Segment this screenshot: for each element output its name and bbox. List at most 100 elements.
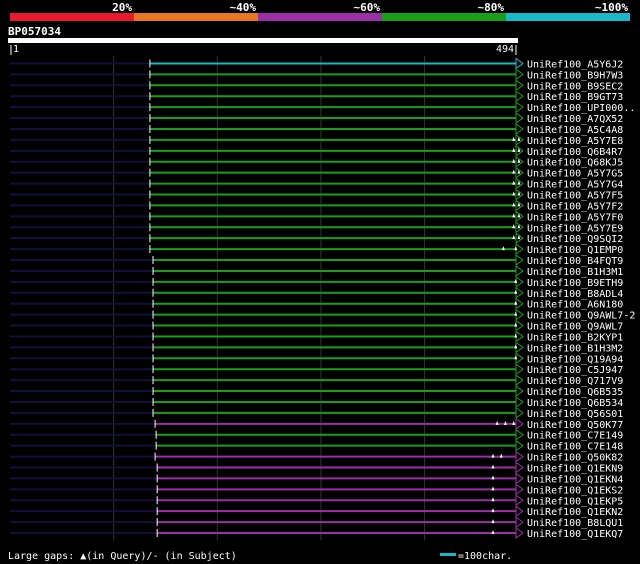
hit-row[interactable]: UniRef100_Q19A94 <box>10 352 623 365</box>
hit-label[interactable]: UniRef100_B4FQT9 <box>527 256 623 267</box>
hit-label[interactable]: UniRef100_Q1EMP0 <box>527 245 623 256</box>
hit-label[interactable]: UniRef100_Q6B535 <box>527 387 623 398</box>
hit-label[interactable]: UniRef100_UPI000.. <box>527 103 635 114</box>
hit-row[interactable]: UniRef100_Q68KJ5 <box>10 155 623 169</box>
hit-row[interactable]: UniRef100_C7E149 <box>10 428 623 442</box>
hit-label[interactable]: UniRef100_B8LQU1 <box>527 518 623 529</box>
hit-row[interactable]: UniRef100_Q56S01 <box>10 406 623 420</box>
hit-row[interactable]: UniRef100_B9SEC2 <box>10 79 623 92</box>
hit-row[interactable]: UniRef100_A7QX52 <box>10 112 623 125</box>
hit-end-arrow <box>515 385 524 398</box>
hit-end-arrow <box>515 406 524 419</box>
hit-label[interactable]: UniRef100_B1H3M2 <box>527 343 623 354</box>
hit-row[interactable]: UniRef100_A5Y7E8 <box>10 133 623 147</box>
hit-end-arrow <box>515 363 524 376</box>
hit-row[interactable]: UniRef100_Q9SQI2 <box>10 232 623 245</box>
hit-row[interactable]: UniRef100_A5Y7G5 <box>10 166 623 180</box>
hit-label[interactable]: UniRef100_Q1EKN9 <box>527 464 623 475</box>
hit-row[interactable]: UniRef100_A5Y6J2 <box>10 57 623 70</box>
identity-legend-label: 20% <box>112 1 132 14</box>
hit-label[interactable]: UniRef100_Q1EKS2 <box>527 485 623 496</box>
hit-label[interactable]: UniRef100_A5Y7E8 <box>527 136 623 147</box>
hit-row[interactable]: UniRef100_A5Y7E9 <box>10 221 623 234</box>
hit-label[interactable]: UniRef100_Q19A94 <box>527 354 623 365</box>
hit-row[interactable]: UniRef100_A5Y7F2 <box>10 199 623 212</box>
hit-label[interactable]: UniRef100_Q50K77 <box>527 420 623 431</box>
hit-label[interactable]: UniRef100_A5Y7F2 <box>527 201 623 212</box>
hit-label[interactable]: UniRef100_Q68KJ5 <box>527 158 623 169</box>
hit-label[interactable]: UniRef100_B9SEC2 <box>527 81 623 92</box>
hit-label[interactable]: UniRef100_Q6B534 <box>527 398 623 409</box>
hit-end-arrow <box>515 472 524 485</box>
hit-row[interactable]: UniRef100_Q1EMP0 <box>10 243 623 256</box>
hit-row[interactable]: UniRef100_B8ADL4 <box>10 286 623 300</box>
hit-label[interactable]: UniRef100_B9ETH9 <box>527 278 623 289</box>
hit-label[interactable]: UniRef100_Q9AWL7-2 <box>527 311 635 322</box>
hit-label[interactable]: UniRef100_A5Y7G5 <box>527 169 623 180</box>
hit-label[interactable]: UniRef100_Q50K82 <box>527 453 623 464</box>
hit-label[interactable]: UniRef100_B9H7W3 <box>527 70 623 81</box>
hit-label[interactable]: UniRef100_A5Y7G4 <box>527 180 623 191</box>
hit-row[interactable]: UniRef100_Q1EKQ7 <box>10 527 623 540</box>
hit-end-arrow <box>515 341 524 354</box>
hit-end-arrow <box>515 374 524 387</box>
hit-row[interactable]: UniRef100_B1H3M2 <box>10 341 623 354</box>
hit-row[interactable]: UniRef100_A5Y7F5 <box>10 188 623 202</box>
hit-row[interactable]: UniRef100_Q1EKN9 <box>10 461 623 475</box>
hit-label[interactable]: UniRef100_C7E149 <box>527 431 623 442</box>
hit-row[interactable]: UniRef100_Q1EKS2 <box>10 483 623 496</box>
hit-label[interactable]: UniRef100_Q56S01 <box>527 409 623 420</box>
hit-label[interactable]: UniRef100_A5Y7F0 <box>527 212 623 223</box>
hit-label[interactable]: UniRef100_C5J947 <box>527 365 623 376</box>
hit-row[interactable]: UniRef100_UPI000.. <box>10 101 635 114</box>
hit-row[interactable]: UniRef100_B4FQT9 <box>10 254 623 267</box>
hit-row[interactable]: UniRef100_Q6B4R7 <box>10 144 623 158</box>
hit-row[interactable]: UniRef100_Q1EKN4 <box>10 472 623 485</box>
hit-row[interactable]: UniRef100_C5J947 <box>10 363 623 376</box>
hit-row[interactable]: UniRef100_B9ETH9 <box>10 275 623 289</box>
hit-row[interactable]: UniRef100_Q50K77 <box>10 417 623 431</box>
hit-label[interactable]: UniRef100_A6N180 <box>527 300 623 311</box>
hit-label[interactable]: UniRef100_A7QX52 <box>527 114 623 125</box>
hit-label[interactable]: UniRef100_Q9SQI2 <box>527 234 623 245</box>
hit-label[interactable]: UniRef100_Q1EKP5 <box>527 496 623 507</box>
hit-label[interactable]: UniRef100_B9GT73 <box>527 92 623 103</box>
hit-label[interactable]: UniRef100_B2KYP1 <box>527 332 623 343</box>
hit-label[interactable]: UniRef100_Q1EKN2 <box>527 507 623 518</box>
scale-label: =100char. <box>458 551 512 562</box>
identity-legend-label: ~100% <box>595 1 628 14</box>
query-header: BP057034 1 494 <box>8 25 518 55</box>
hit-row[interactable]: UniRef100_A6N180 <box>10 297 623 311</box>
hit-label[interactable]: UniRef100_A5C4A8 <box>527 125 623 136</box>
hit-row[interactable]: UniRef100_B1H3M1 <box>10 264 623 278</box>
hit-row[interactable]: UniRef100_A5Y7F0 <box>10 210 623 223</box>
hit-row[interactable]: UniRef100_Q6B535 <box>10 385 623 398</box>
hit-label[interactable]: UniRef100_C7E148 <box>527 442 623 453</box>
hit-label[interactable]: UniRef100_Q6B4R7 <box>527 147 623 158</box>
hit-label[interactable]: UniRef100_Q717V9 <box>527 376 623 387</box>
hit-label[interactable]: UniRef100_Q1EKN4 <box>527 474 623 485</box>
hit-row[interactable]: UniRef100_Q1EKN2 <box>10 505 623 518</box>
hit-row[interactable]: UniRef100_Q6B534 <box>10 396 623 409</box>
hit-row[interactable]: UniRef100_B9GT73 <box>10 90 623 103</box>
hit-label[interactable]: UniRef100_A5Y6J2 <box>527 59 623 70</box>
hit-label[interactable]: UniRef100_Q9AWL7 <box>527 322 623 333</box>
hit-label[interactable]: UniRef100_A5Y7E9 <box>527 223 623 234</box>
hit-row[interactable]: UniRef100_Q9AWL7 <box>10 319 623 333</box>
hit-row[interactable]: UniRef100_Q1EKP5 <box>10 494 623 507</box>
hit-row[interactable]: UniRef100_A5Y7G4 <box>10 177 623 191</box>
hit-row[interactable]: UniRef100_B8LQU1 <box>10 516 623 529</box>
hit-label[interactable]: UniRef100_B1H3M1 <box>527 267 623 278</box>
hit-label[interactable]: UniRef100_A5Y7F5 <box>527 191 623 202</box>
hit-row[interactable]: UniRef100_C7E148 <box>10 439 623 453</box>
hit-row[interactable]: UniRef100_Q50K82 <box>10 450 623 464</box>
hit-row[interactable]: UniRef100_B9H7W3 <box>10 68 623 81</box>
hit-row[interactable]: UniRef100_B2KYP1 <box>10 330 623 343</box>
hit-label[interactable]: UniRef100_Q1EKQ7 <box>527 529 623 540</box>
hit-row[interactable]: UniRef100_Q717V9 <box>10 374 623 387</box>
hit-label[interactable]: UniRef100_B8ADL4 <box>527 289 623 300</box>
hit-end-arrow <box>515 516 524 529</box>
identity-legend-label: ~40% <box>230 1 257 14</box>
hit-row[interactable]: UniRef100_Q9AWL7-2 <box>10 308 635 322</box>
hit-row[interactable]: UniRef100_A5C4A8 <box>10 123 623 136</box>
